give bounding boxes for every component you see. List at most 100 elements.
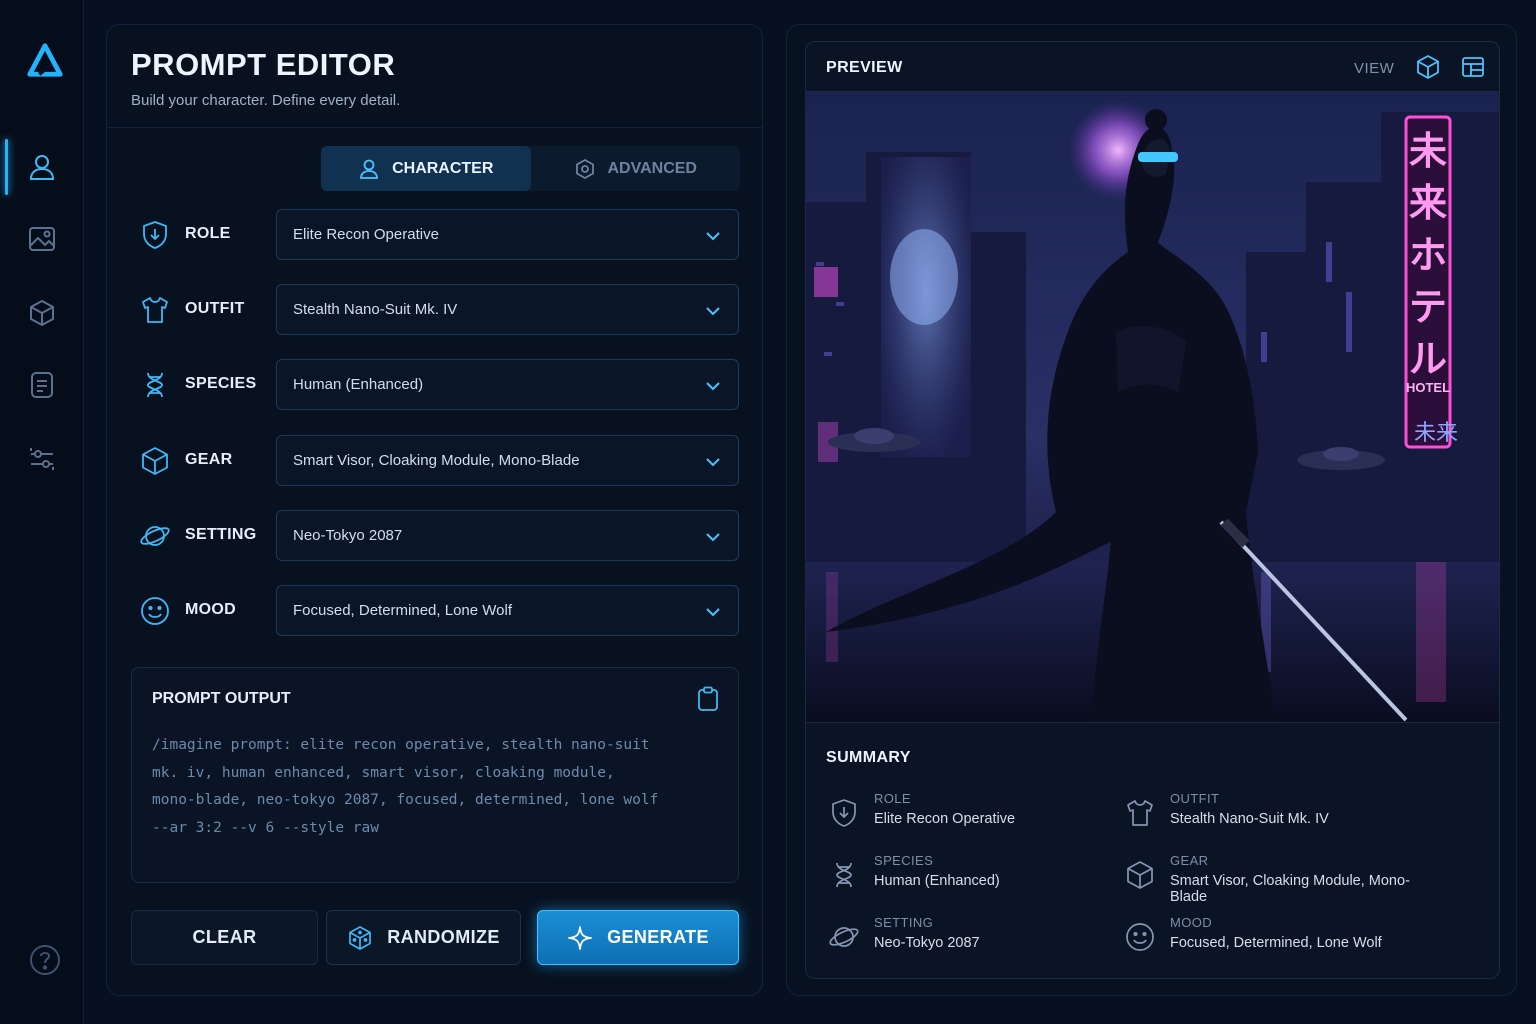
generated-character-image: 未 来 ホ テ ル HOTEL 未来: [806, 92, 1499, 722]
chevron-down-icon: [706, 382, 720, 391]
tab-label: CHARACTER: [392, 159, 494, 177]
cube-icon: [1127, 861, 1153, 889]
randomize-button-label: RANDOMIZE: [387, 927, 500, 947]
dna-icon: [836, 862, 852, 888]
shirt-icon: [142, 297, 168, 323]
summary-label: MOOD: [1170, 915, 1213, 930]
view-label: VIEW: [1354, 60, 1395, 77]
role-select[interactable]: Elite Recon Operative: [276, 209, 739, 260]
page-title: PROMPT EDITOR: [131, 47, 396, 82]
help-icon[interactable]: [29, 944, 61, 976]
smiley-icon: [1126, 923, 1154, 951]
cube-icon: [30, 300, 54, 326]
prompt-editor-panel: PROMPT EDITOR Build your character. Defi…: [106, 24, 763, 996]
species-select[interactable]: Human (Enhanced): [276, 359, 739, 410]
prompt-output-box: PROMPT OUTPUT /imagine prompt: elite rec…: [131, 667, 739, 883]
gear-select[interactable]: Smart Visor, Cloaking Module, Mono-Blade: [276, 435, 739, 486]
prompt-output-title: PROMPT OUTPUT: [152, 690, 291, 707]
field-row-mood: MOOD Focused, Determined, Lone Wolf: [131, 585, 739, 637]
select-value: Neo-Tokyo 2087: [293, 527, 403, 544]
clear-button-label: CLEAR: [192, 927, 257, 947]
chevron-down-icon: [706, 533, 720, 542]
cube-view-icon[interactable]: [1416, 54, 1440, 80]
document-icon: [31, 372, 53, 398]
chevron-down-icon: [706, 458, 720, 467]
select-value: Elite Recon Operative: [293, 226, 439, 243]
sidebar: [0, 0, 84, 1024]
svg-text:テ: テ: [1409, 285, 1447, 329]
setting-select[interactable]: Neo-Tokyo 2087: [276, 510, 739, 561]
field-label: SETTING: [185, 526, 257, 543]
svg-text:来: 来: [1409, 181, 1447, 225]
svg-text:ホ: ホ: [1409, 233, 1447, 277]
summary-label: ROLE: [874, 791, 912, 806]
generate-button-label: GENERATE: [607, 927, 709, 947]
smiley-icon: [141, 597, 169, 625]
clear-button[interactable]: CLEAR: [131, 910, 318, 965]
sidebar-item-gallery[interactable]: [0, 211, 84, 267]
field-row-outfit: OUTFIT Stealth Nano-Suit Mk. IV: [131, 284, 739, 336]
sidebar-item-documents[interactable]: [0, 357, 84, 413]
prompt-line: --ar 3:2 --v 6 --style raw: [152, 819, 379, 836]
tab-advanced[interactable]: ADVANCED: [531, 146, 741, 191]
summary-item-species: SPECIES Human (Enhanced): [828, 853, 1148, 897]
tab-character[interactable]: CHARACTER: [321, 146, 531, 191]
field-label: OUTFIT: [185, 300, 245, 317]
generate-button[interactable]: GENERATE: [537, 910, 739, 965]
summary-value: Stealth Nano-Suit Mk. IV: [1170, 811, 1329, 827]
shield-icon: [143, 221, 167, 249]
select-value: Smart Visor, Cloaking Module, Mono-Blade: [293, 452, 580, 469]
app-window: PROMPT EDITOR Build your character. Defi…: [0, 0, 1536, 1024]
summary-section: SUMMARY ROLE Elite Recon Operative OUTFI…: [806, 722, 1499, 978]
tab-label: ADVANCED: [607, 159, 697, 177]
summary-value: Elite Recon Operative: [874, 811, 1016, 827]
neon-sign-lower: 未来: [1414, 421, 1458, 446]
sidebar-item-settings[interactable]: [0, 431, 84, 487]
svg-text:ル: ル: [1409, 337, 1447, 381]
grid-view-icon[interactable]: [1461, 55, 1485, 79]
sidebar-item-models[interactable]: [0, 285, 84, 341]
summary-value: Focused, Determined, Lone Wolf: [1170, 935, 1382, 951]
summary-item-gear: GEAR Smart Visor, Cloaking Module, Mono-…: [1124, 853, 1444, 905]
summary-label: SPECIES: [874, 853, 934, 868]
planet-icon: [829, 927, 859, 947]
summary-item-outfit: OUTFIT Stealth Nano-Suit Mk. IV: [1124, 791, 1444, 835]
mood-select[interactable]: Focused, Determined, Lone Wolf: [276, 585, 739, 636]
outfit-select[interactable]: Stealth Nano-Suit Mk. IV: [276, 284, 739, 335]
image-icon: [29, 227, 55, 251]
svg-text:未: 未: [1409, 129, 1447, 173]
preview-card: PREVIEW VIEW 未 来 ホ テ ル HOTEL 未来 SUMMARY …: [805, 41, 1500, 979]
hexagon-icon: [575, 158, 594, 179]
field-row-role: ROLE Elite Recon Operative: [131, 209, 739, 261]
dna-icon: [147, 372, 163, 398]
sidebar-item-character[interactable]: [0, 139, 84, 195]
neon-sign-text: 未 来 ホ テ ル: [1409, 129, 1447, 381]
summary-value: Human (Enhanced): [874, 873, 1000, 889]
summary-label: OUTFIT: [1170, 791, 1220, 806]
preview-title: PREVIEW: [826, 59, 903, 76]
summary-label: GEAR: [1170, 853, 1209, 868]
field-row-species: SPECIES Human (Enhanced): [131, 359, 739, 411]
select-value: Human (Enhanced): [293, 376, 424, 393]
field-label: SPECIES: [185, 375, 257, 392]
clipboard-icon[interactable]: [696, 686, 720, 712]
chevron-down-icon: [706, 232, 720, 241]
summary-value: Neo-Tokyo 2087: [874, 935, 980, 951]
summary-value: Smart Visor, Cloaking Module, Mono-Blade: [1170, 873, 1410, 905]
editor-tabs: CHARACTER ADVANCED: [321, 146, 740, 191]
user-icon: [360, 159, 378, 179]
app-logo-icon[interactable]: [26, 42, 64, 80]
summary-item-setting: SETTING Neo-Tokyo 2087: [828, 915, 1148, 959]
summary-item-mood: MOOD Focused, Determined, Lone Wolf: [1124, 915, 1444, 959]
summary-item-role: ROLE Elite Recon Operative: [828, 791, 1148, 835]
chevron-down-icon: [706, 608, 720, 617]
field-row-setting: SETTING Neo-Tokyo 2087: [131, 510, 739, 562]
chevron-down-icon: [706, 307, 720, 316]
page-subtitle: Build your character. Define every detai…: [131, 92, 401, 109]
prompt-line: /imagine prompt: elite recon operative, …: [152, 737, 650, 753]
randomize-button[interactable]: RANDOMIZE: [326, 910, 521, 965]
prompt-output-text[interactable]: /imagine prompt: elite recon operative, …: [152, 732, 712, 842]
shirt-icon: [1127, 800, 1153, 826]
field-label: GEAR: [185, 451, 233, 468]
select-value: Focused, Determined, Lone Wolf: [293, 602, 513, 619]
